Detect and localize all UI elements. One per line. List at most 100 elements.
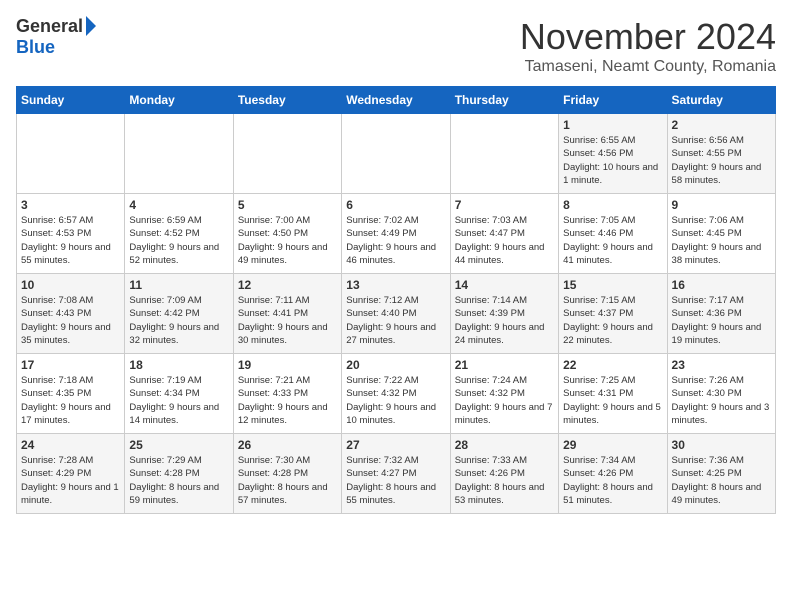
calendar-cell	[342, 114, 450, 194]
day-header-tuesday: Tuesday	[233, 87, 341, 114]
calendar-week-5: 24 Sunrise: 7:28 AM Sunset: 4:29 PM Dayli…	[17, 434, 776, 514]
calendar-cell: 6 Sunrise: 7:02 AM Sunset: 4:49 PM Daylig…	[342, 194, 450, 274]
day-number: 2	[672, 118, 771, 132]
day-header-saturday: Saturday	[667, 87, 775, 114]
day-number: 4	[129, 198, 228, 212]
month-title: November 2024	[520, 16, 776, 58]
calendar-cell: 18 Sunrise: 7:19 AM Sunset: 4:34 PM Dayli…	[125, 354, 233, 434]
location-title: Tamaseni, Neamt County, Romania	[520, 58, 776, 76]
day-info: Sunrise: 7:15 AM Sunset: 4:37 PM Dayligh…	[563, 294, 662, 347]
day-header-monday: Monday	[125, 87, 233, 114]
day-info: Sunrise: 7:32 AM Sunset: 4:27 PM Dayligh…	[346, 454, 445, 507]
day-info: Sunrise: 7:12 AM Sunset: 4:40 PM Dayligh…	[346, 294, 445, 347]
day-number: 21	[455, 358, 554, 372]
day-header-wednesday: Wednesday	[342, 87, 450, 114]
day-number: 11	[129, 278, 228, 292]
day-number: 15	[563, 278, 662, 292]
day-number: 13	[346, 278, 445, 292]
day-number: 23	[672, 358, 771, 372]
calendar-cell	[17, 114, 125, 194]
day-info: Sunrise: 7:17 AM Sunset: 4:36 PM Dayligh…	[672, 294, 771, 347]
calendar-cell	[450, 114, 558, 194]
day-number: 30	[672, 438, 771, 452]
calendar-table: SundayMondayTuesdayWednesdayThursdayFrid…	[16, 86, 776, 514]
calendar-cell: 24 Sunrise: 7:28 AM Sunset: 4:29 PM Dayli…	[17, 434, 125, 514]
day-info: Sunrise: 7:29 AM Sunset: 4:28 PM Dayligh…	[129, 454, 228, 507]
calendar-cell: 17 Sunrise: 7:18 AM Sunset: 4:35 PM Dayli…	[17, 354, 125, 434]
calendar-header: SundayMondayTuesdayWednesdayThursdayFrid…	[17, 87, 776, 114]
calendar-cell: 4 Sunrise: 6:59 AM Sunset: 4:52 PM Daylig…	[125, 194, 233, 274]
calendar-cell: 21 Sunrise: 7:24 AM Sunset: 4:32 PM Dayli…	[450, 354, 558, 434]
calendar-cell: 16 Sunrise: 7:17 AM Sunset: 4:36 PM Dayli…	[667, 274, 775, 354]
calendar-cell: 28Sunrise: 7:33 AM Sunset: 4:26 PM Dayli…	[450, 434, 558, 514]
day-info: Sunrise: 7:36 AM Sunset: 4:25 PM Dayligh…	[672, 454, 771, 507]
day-info: Sunrise: 7:24 AM Sunset: 4:32 PM Dayligh…	[455, 374, 554, 427]
calendar-cell: 27 Sunrise: 7:32 AM Sunset: 4:27 PM Dayli…	[342, 434, 450, 514]
calendar-cell: 14 Sunrise: 7:14 AM Sunset: 4:39 PM Dayli…	[450, 274, 558, 354]
day-number: 24	[21, 438, 120, 452]
day-number: 16	[672, 278, 771, 292]
day-number: 9	[672, 198, 771, 212]
calendar-cell: 25Sunrise: 7:29 AM Sunset: 4:28 PM Dayli…	[125, 434, 233, 514]
calendar-cell: 8Sunrise: 7:05 AM Sunset: 4:46 PM Daylig…	[559, 194, 667, 274]
day-info: Sunrise: 7:22 AM Sunset: 4:32 PM Dayligh…	[346, 374, 445, 427]
calendar-cell: 29Sunrise: 7:34 AM Sunset: 4:26 PM Dayli…	[559, 434, 667, 514]
day-info: Sunrise: 7:21 AM Sunset: 4:33 PM Dayligh…	[238, 374, 337, 427]
logo: General Blue	[16, 16, 96, 58]
day-info: Sunrise: 7:28 AM Sunset: 4:29 PM Dayligh…	[21, 454, 120, 507]
calendar-cell: 11 Sunrise: 7:09 AM Sunset: 4:42 PM Dayli…	[125, 274, 233, 354]
day-info: Sunrise: 6:56 AM Sunset: 4:55 PM Dayligh…	[672, 134, 771, 187]
day-number: 8	[563, 198, 662, 212]
day-info: Sunrise: 7:09 AM Sunset: 4:42 PM Dayligh…	[129, 294, 228, 347]
calendar-cell: 3Sunrise: 6:57 AM Sunset: 4:53 PM Daylig…	[17, 194, 125, 274]
day-info: Sunrise: 7:11 AM Sunset: 4:41 PM Dayligh…	[238, 294, 337, 347]
calendar-cell: 5 Sunrise: 7:00 AM Sunset: 4:50 PM Daylig…	[233, 194, 341, 274]
day-info: Sunrise: 7:06 AM Sunset: 4:45 PM Dayligh…	[672, 214, 771, 267]
day-info: Sunrise: 7:19 AM Sunset: 4:34 PM Dayligh…	[129, 374, 228, 427]
day-info: Sunrise: 7:02 AM Sunset: 4:49 PM Dayligh…	[346, 214, 445, 267]
day-info: Sunrise: 7:14 AM Sunset: 4:39 PM Dayligh…	[455, 294, 554, 347]
day-number: 17	[21, 358, 120, 372]
day-number: 1	[563, 118, 662, 132]
day-number: 29	[563, 438, 662, 452]
day-number: 22	[563, 358, 662, 372]
day-number: 12	[238, 278, 337, 292]
calendar-cell: 22 Sunrise: 7:25 AM Sunset: 4:31 PM Dayli…	[559, 354, 667, 434]
calendar-cell: 13 Sunrise: 7:12 AM Sunset: 4:40 PM Dayli…	[342, 274, 450, 354]
day-info: Sunrise: 6:59 AM Sunset: 4:52 PM Dayligh…	[129, 214, 228, 267]
header: General Blue November 2024 Tamaseni, Nea…	[16, 16, 776, 76]
calendar-cell: 10Sunrise: 7:08 AM Sunset: 4:43 PM Dayli…	[17, 274, 125, 354]
day-info: Sunrise: 7:25 AM Sunset: 4:31 PM Dayligh…	[563, 374, 662, 427]
logo-general: General	[16, 16, 83, 37]
day-number: 26	[238, 438, 337, 452]
day-number: 6	[346, 198, 445, 212]
calendar-week-4: 17 Sunrise: 7:18 AM Sunset: 4:35 PM Dayli…	[17, 354, 776, 434]
day-number: 28	[455, 438, 554, 452]
calendar-week-3: 10Sunrise: 7:08 AM Sunset: 4:43 PM Dayli…	[17, 274, 776, 354]
day-info: Sunrise: 7:00 AM Sunset: 4:50 PM Dayligh…	[238, 214, 337, 267]
day-info: Sunrise: 7:08 AM Sunset: 4:43 PM Dayligh…	[21, 294, 120, 347]
calendar-cell: 15 Sunrise: 7:15 AM Sunset: 4:37 PM Dayli…	[559, 274, 667, 354]
calendar-week-2: 3Sunrise: 6:57 AM Sunset: 4:53 PM Daylig…	[17, 194, 776, 274]
calendar-cell: 20Sunrise: 7:22 AM Sunset: 4:32 PM Dayli…	[342, 354, 450, 434]
day-header-sunday: Sunday	[17, 87, 125, 114]
title-area: November 2024 Tamaseni, Neamt County, Ro…	[520, 16, 776, 76]
calendar-week-1: 1Sunrise: 6:55 AM Sunset: 4:56 PM Daylig…	[17, 114, 776, 194]
calendar-cell: 12 Sunrise: 7:11 AM Sunset: 4:41 PM Dayli…	[233, 274, 341, 354]
calendar-cell: 1Sunrise: 6:55 AM Sunset: 4:56 PM Daylig…	[559, 114, 667, 194]
day-number: 19	[238, 358, 337, 372]
day-info: Sunrise: 7:18 AM Sunset: 4:35 PM Dayligh…	[21, 374, 120, 427]
day-header-friday: Friday	[559, 87, 667, 114]
day-number: 14	[455, 278, 554, 292]
day-header-thursday: Thursday	[450, 87, 558, 114]
calendar-cell: 19 Sunrise: 7:21 AM Sunset: 4:33 PM Dayli…	[233, 354, 341, 434]
calendar-cell	[233, 114, 341, 194]
calendar-cell: 7Sunrise: 7:03 AM Sunset: 4:47 PM Daylig…	[450, 194, 558, 274]
day-number: 27	[346, 438, 445, 452]
day-info: Sunrise: 7:30 AM Sunset: 4:28 PM Dayligh…	[238, 454, 337, 507]
calendar-cell	[125, 114, 233, 194]
calendar-cell: 9 Sunrise: 7:06 AM Sunset: 4:45 PM Daylig…	[667, 194, 775, 274]
day-number: 18	[129, 358, 228, 372]
day-info: Sunrise: 7:03 AM Sunset: 4:47 PM Dayligh…	[455, 214, 554, 267]
day-number: 5	[238, 198, 337, 212]
